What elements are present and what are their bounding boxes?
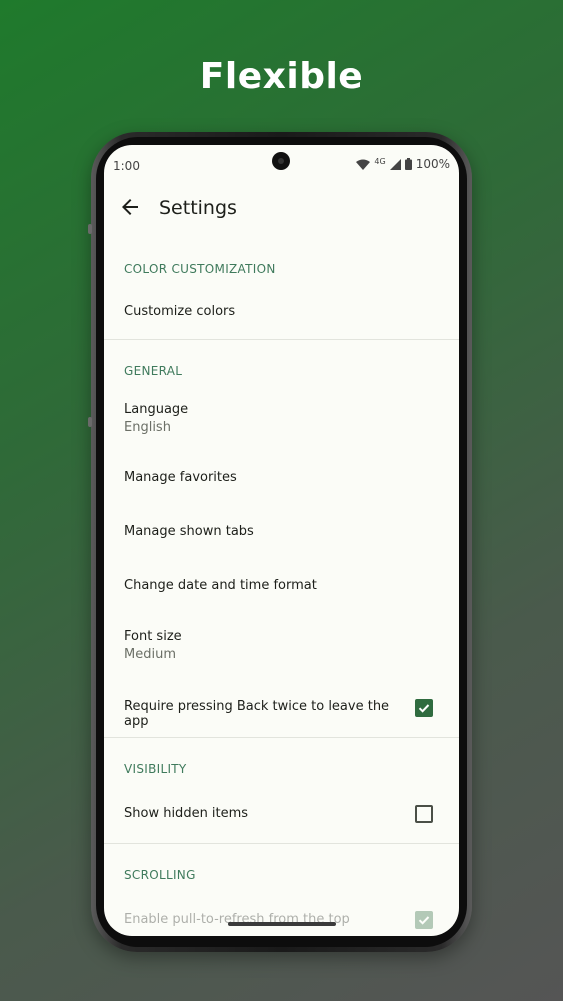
- customize-colors-item[interactable]: Customize colors: [124, 304, 439, 319]
- phone-screen: 1:00 4G 100% Settings COLOR CUSTOMIZATIO…: [104, 145, 459, 936]
- manage-favorites-label: Manage favorites: [124, 470, 237, 485]
- press-back-twice-checkbox[interactable]: [415, 699, 433, 717]
- status-icons: 4G 100%: [356, 157, 450, 171]
- divider: [104, 737, 459, 738]
- font-size-item[interactable]: Font size Medium: [124, 629, 439, 662]
- arrow-back-icon[interactable]: [118, 199, 142, 223]
- front-camera: [272, 152, 290, 170]
- show-hidden-items-item[interactable]: Show hidden items: [124, 806, 399, 821]
- battery-icon: [404, 158, 412, 170]
- app-bar: Settings: [104, 193, 459, 225]
- language-item[interactable]: Language English: [124, 402, 439, 435]
- gesture-nav-bar[interactable]: [228, 922, 336, 926]
- page-title: Settings: [159, 197, 237, 219]
- change-date-time-item[interactable]: Change date and time format: [124, 578, 439, 593]
- network-type: 4G: [374, 156, 386, 166]
- side-button: [88, 417, 92, 427]
- section-header-color-customization: COLOR CUSTOMIZATION: [124, 262, 276, 276]
- signal-icon: [389, 158, 401, 170]
- status-bar: 1:00 4G 100%: [104, 145, 459, 185]
- back-button[interactable]: [118, 195, 142, 219]
- manage-favorites-item[interactable]: Manage favorites: [124, 470, 439, 485]
- language-label: Language: [124, 402, 189, 417]
- section-header-scrolling: SCROLLING: [124, 868, 196, 882]
- manage-shown-tabs-item[interactable]: Manage shown tabs: [124, 524, 439, 539]
- press-back-twice-item[interactable]: Require pressing Back twice to leave the…: [124, 699, 399, 729]
- check-icon: [418, 704, 430, 713]
- divider: [104, 339, 459, 340]
- show-hidden-items-label: Show hidden items: [124, 806, 249, 821]
- manage-shown-tabs-label: Manage shown tabs: [124, 524, 254, 539]
- change-date-time-label: Change date and time format: [124, 578, 317, 593]
- section-header-general: GENERAL: [124, 364, 183, 378]
- check-icon: [418, 916, 430, 925]
- section-header-visibility: VISIBILITY: [124, 762, 187, 776]
- show-hidden-items-checkbox[interactable]: [415, 805, 433, 823]
- pull-to-refresh-checkbox[interactable]: [415, 911, 433, 929]
- language-value: English: [124, 420, 171, 435]
- wifi-icon: [356, 159, 371, 170]
- side-button: [88, 224, 92, 234]
- press-back-twice-label: Require pressing Back twice to leave the…: [124, 699, 390, 729]
- customize-colors-label: Customize colors: [124, 304, 236, 319]
- promo-headline: Flexible: [199, 56, 364, 97]
- font-size-label: Font size: [124, 629, 182, 644]
- divider: [104, 843, 459, 844]
- battery-level: 100%: [415, 157, 450, 171]
- font-size-value: Medium: [124, 647, 176, 662]
- status-time: 1:00: [113, 159, 140, 173]
